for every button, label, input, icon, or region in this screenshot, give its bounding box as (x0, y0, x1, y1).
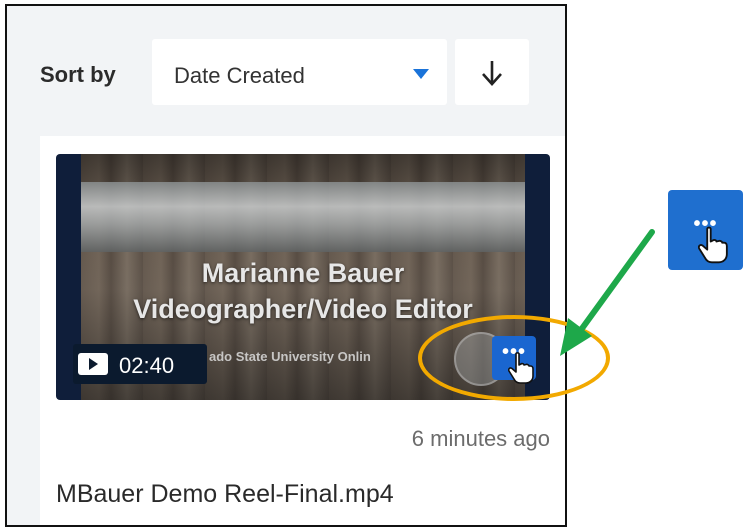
hand-cursor-icon (698, 226, 728, 264)
zoomed-more-options-button: ••• (668, 190, 743, 270)
green-arrow-icon (560, 229, 655, 356)
